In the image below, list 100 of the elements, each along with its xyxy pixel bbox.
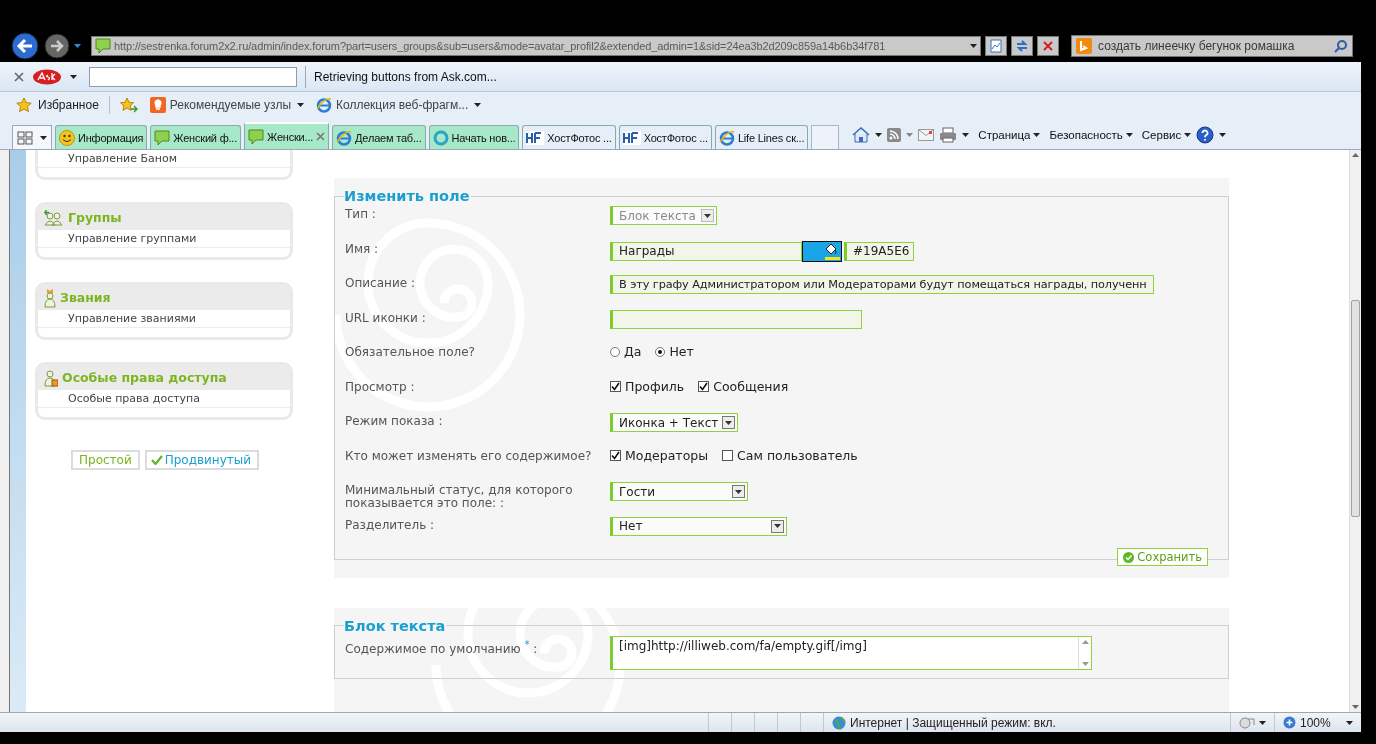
favorites-link[interactable]: Рекомендуемые узлы — [149, 97, 291, 113]
favorites-button[interactable]: Избранное — [38, 98, 99, 112]
quick-tabs-button[interactable] — [12, 125, 52, 149]
speech-bubble-icon — [95, 38, 111, 54]
field-label: Описание : — [345, 275, 416, 290]
speech-bubble-icon — [154, 129, 171, 146]
help-icon[interactable] — [1196, 126, 1215, 144]
browser-tab[interactable]: Женский ф... — [150, 125, 242, 149]
menu-button[interactable]: Сервис — [1141, 129, 1192, 141]
dropdown[interactable]: Гости — [610, 482, 748, 501]
close-icon[interactable] — [14, 71, 24, 82]
browser-tab[interactable]: Life Lines ск... — [714, 125, 809, 149]
status-text: Интернет | Защищенный режим: вкл. — [850, 715, 1056, 730]
menu-item[interactable]: Особые права доступа — [38, 390, 290, 408]
caret-icon — [1033, 133, 1041, 137]
field-label: Разделитель : — [345, 516, 436, 532]
panel-title: Группы — [68, 210, 122, 225]
browser-tab[interactable]: ХостФотос ... — [618, 125, 712, 149]
dropdown-arrow-icon — [725, 420, 732, 425]
caret-icon — [70, 74, 77, 79]
dropdown[interactable]: Нет — [610, 516, 787, 536]
radio-button[interactable] — [655, 346, 666, 357]
checkbox[interactable] — [610, 449, 621, 461]
section-title: Изменить поле — [344, 188, 471, 204]
menu-item[interactable]: Управление группами — [38, 230, 290, 248]
toolbar-status: Retrieving buttons from Ask.com... — [305, 65, 497, 88]
menu-button[interactable]: Страница — [978, 129, 1041, 141]
radio-button[interactable] — [610, 346, 620, 357]
dropdown-arrow-icon — [735, 489, 742, 494]
ie-icon — [718, 129, 735, 146]
checkmark-icon — [611, 381, 620, 391]
close-icon[interactable] — [316, 132, 326, 141]
refresh-button[interactable] — [1011, 36, 1033, 56]
checkbox[interactable] — [722, 449, 734, 461]
mail-icon[interactable] — [918, 129, 935, 141]
radio-option[interactable]: Да — [610, 344, 642, 359]
protected-mode-icon — [1239, 715, 1255, 730]
browser-tab[interactable]: Делаем таб... — [332, 125, 426, 149]
text-area[interactable]: [img]http://illiweb.com/fa/empty.gif[/img] — [610, 635, 1092, 670]
menu-item[interactable]: Управление званиями — [38, 310, 290, 328]
compatibility-view-icon — [988, 38, 1004, 54]
smiley-icon — [59, 129, 75, 146]
input-field[interactable]: Награды — [610, 241, 802, 261]
dropdown-arrow-icon — [774, 524, 781, 528]
down-arrow-icon — [1081, 661, 1089, 666]
close-button[interactable] — [1037, 36, 1059, 56]
ask-logo-icon — [32, 68, 62, 85]
input-field[interactable]: #19A5E6 — [844, 241, 914, 261]
field-label: URL иконки : — [345, 309, 427, 325]
browser-tab[interactable]: Женски... — [244, 122, 330, 149]
loading-icon — [432, 129, 449, 146]
favorites-link[interactable]: Коллекция веб-фрагм... — [316, 97, 469, 113]
home-icon[interactable] — [852, 127, 871, 143]
scrollbar[interactable] — [1078, 636, 1091, 669]
browser-tab[interactable]: ХостФотос ... — [522, 125, 616, 149]
checkmark-icon — [699, 381, 709, 391]
menu-button[interactable]: Безопасность — [1049, 129, 1133, 141]
add-favorite-icon[interactable] — [119, 97, 138, 113]
panel-title: Особые права доступа — [62, 370, 227, 385]
checkbox[interactable] — [698, 380, 710, 392]
compatibility-view-button[interactable] — [985, 36, 1007, 56]
dropdown-arrow-icon — [704, 213, 711, 218]
printer-icon[interactable] — [939, 127, 958, 143]
color-picker-button[interactable] — [802, 240, 842, 262]
ask-search-field[interactable] — [89, 66, 297, 87]
field-label: Имя : — [345, 240, 380, 256]
dropdown[interactable]: Иконка + Текст — [610, 413, 738, 432]
forward-icon[interactable] — [44, 33, 70, 59]
input-field[interactable]: В эту графу Администратором или Модераторами будут помещаться награды, полученн — [610, 275, 1154, 294]
field-label: Содержимое по умолчанию $^{*}$ : — [345, 637, 539, 656]
zoom-icon — [1283, 716, 1296, 729]
menu-item[interactable]: Управление Баном — [38, 150, 290, 168]
checkbox-option[interactable]: Профиль — [610, 378, 685, 394]
search-icon[interactable] — [1334, 39, 1348, 53]
input-field[interactable] — [610, 309, 862, 329]
address-field[interactable]: http://sestrenka.forum2x2.ru/admin/index.forum?part=users_groups&sub=users&mode=avatar_profil2&extended_admin=1&sid=24ea3b2d209c859a14b6b34f781 — [91, 36, 981, 56]
field-label: Обязательное поле? — [345, 344, 476, 359]
scrollbar[interactable] — [1349, 150, 1361, 712]
checkbox-option[interactable]: Сообщения — [698, 378, 789, 394]
checkbox-option[interactable]: Сам пользователь — [722, 447, 858, 463]
speech-bubble-icon — [248, 128, 265, 145]
zoom-button[interactable]: 100% — [1274, 713, 1361, 732]
search-field[interactable]: создать линеечку бегунок ромашка — [1071, 35, 1353, 57]
browser-tab[interactable]: Информация — [55, 125, 148, 149]
browser-tab[interactable]: Начать нов... — [428, 125, 520, 149]
checkbox-option[interactable]: Модераторы — [610, 447, 709, 463]
radio-option[interactable]: Нет — [655, 344, 694, 359]
hf-logo-icon — [526, 130, 545, 145]
checkmark-icon — [611, 450, 620, 460]
rss-feed-icon[interactable] — [887, 128, 902, 142]
check-icon — [150, 455, 163, 465]
checkbox[interactable] — [610, 380, 621, 392]
group-icon — [44, 209, 64, 226]
caret-icon — [970, 44, 977, 48]
section-title: Блок текста — [344, 617, 447, 634]
hf-logo-icon — [622, 130, 641, 145]
field-label: Тип : — [345, 206, 377, 221]
caret-icon — [1184, 133, 1192, 137]
back-icon[interactable] — [10, 32, 40, 60]
up-arrow-icon — [1352, 153, 1359, 157]
